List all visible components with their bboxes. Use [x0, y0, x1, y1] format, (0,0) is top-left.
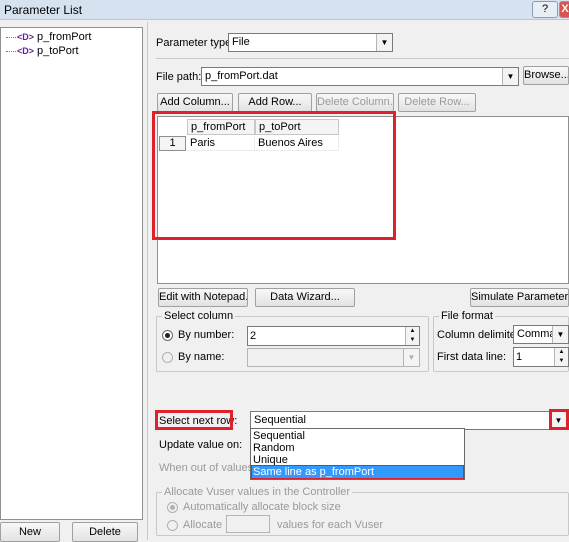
- tree-item-label: p_fromPort: [37, 31, 92, 43]
- manual-allocate-radio[interactable]: [167, 520, 178, 531]
- parameter-icon: <D>: [17, 32, 35, 42]
- file-path-select[interactable]: p_fromPort.dat ▼: [201, 67, 519, 86]
- delete-column-button[interactable]: Delete Column...: [316, 93, 394, 112]
- by-name-select[interactable]: ▼: [247, 348, 420, 367]
- out-of-values-label: When out of values:: [159, 462, 257, 474]
- help-button[interactable]: ?: [532, 1, 558, 18]
- select-column-title: Select column: [162, 310, 236, 322]
- separator: [156, 58, 569, 59]
- by-number-input[interactable]: 2 ▲ ▼: [247, 326, 420, 346]
- manual-allocate-label: Allocate: [183, 519, 223, 531]
- update-value-label: Update value on:: [159, 439, 243, 451]
- chevron-down-icon[interactable]: ▼: [502, 68, 518, 85]
- close-button[interactable]: X: [559, 1, 569, 18]
- simulate-parameter-button[interactable]: Simulate Parameter...: [470, 288, 569, 307]
- column-delimiter-value: Comma: [517, 328, 556, 340]
- column-delimiter-label: Column delimiter:: [437, 329, 523, 341]
- allocate-title: Allocate Vuser values in the Controller: [162, 486, 353, 498]
- parameter-icon: <D>: [17, 46, 35, 56]
- parameter-tree: [0, 27, 143, 520]
- parameter-type-label: Parameter type:: [156, 37, 235, 49]
- first-data-line-input[interactable]: 1 ▲ ▼: [513, 347, 569, 367]
- auto-allocate-label: Automatically allocate block size: [183, 501, 341, 513]
- spinner-icon[interactable]: ▲ ▼: [405, 327, 419, 345]
- column-delimiter-select[interactable]: Comma ▼: [513, 325, 569, 344]
- allocate-count-input[interactable]: [226, 515, 270, 533]
- parameter-type-select[interactable]: File ▼: [228, 33, 393, 52]
- chevron-down-icon[interactable]: ▼: [403, 349, 419, 366]
- file-path-label: File path:: [156, 71, 202, 83]
- file-format-title: File format: [439, 310, 495, 322]
- highlight-box: [549, 409, 569, 430]
- new-button[interactable]: New: [0, 522, 60, 542]
- first-data-line-value: 1: [516, 351, 523, 363]
- auto-allocate-radio[interactable]: [167, 502, 178, 513]
- tree-connector: [6, 36, 16, 38]
- highlight-box: [152, 111, 396, 240]
- next-row-dropdown: Sequential Random Unique Same line as p_…: [250, 428, 465, 480]
- by-name-radio[interactable]: [162, 352, 173, 363]
- data-wizard-button[interactable]: Data Wizard...: [255, 288, 355, 307]
- by-number-value: 2: [250, 330, 257, 342]
- option-same-line[interactable]: Same line as p_fromPort: [251, 465, 464, 479]
- spinner-icon[interactable]: ▲ ▼: [554, 348, 568, 366]
- tree-connector: [6, 50, 16, 52]
- parameter-type-value: File: [232, 36, 250, 48]
- window-title: Parameter List: [4, 3, 83, 17]
- add-row-button[interactable]: Add Row...: [238, 93, 312, 112]
- by-number-radio[interactable]: [162, 330, 173, 341]
- pane-divider: [147, 22, 148, 540]
- highlight-box: [155, 410, 233, 430]
- option-sequential[interactable]: Sequential: [252, 430, 463, 442]
- tree-item-label: p_toPort: [37, 45, 79, 57]
- first-data-line-label: First data line:: [437, 351, 507, 363]
- tree-item-p-fromPort[interactable]: <D> p_fromPort: [6, 30, 91, 44]
- edit-with-notepad-button[interactable]: Edit with Notepad...: [158, 288, 248, 307]
- delete-row-button[interactable]: Delete Row...: [398, 93, 476, 112]
- file-path-value: p_fromPort.dat: [205, 70, 278, 82]
- option-unique[interactable]: Unique: [252, 454, 463, 466]
- delete-button[interactable]: Delete: [72, 522, 138, 542]
- add-column-button[interactable]: Add Column...: [157, 93, 233, 112]
- option-random[interactable]: Random: [252, 442, 463, 454]
- title-bar: [0, 0, 569, 20]
- browse-button[interactable]: Browse...: [523, 66, 569, 85]
- select-next-row-value: Sequential: [254, 414, 306, 426]
- allocate-suffix-label: values for each Vuser: [277, 519, 383, 531]
- by-number-label: By number:: [178, 329, 235, 341]
- chevron-down-icon[interactable]: ▼: [552, 326, 568, 343]
- by-name-label: By name:: [178, 351, 225, 363]
- tree-item-p-toPort[interactable]: <D> p_toPort: [6, 44, 79, 58]
- chevron-down-icon[interactable]: ▼: [376, 34, 392, 51]
